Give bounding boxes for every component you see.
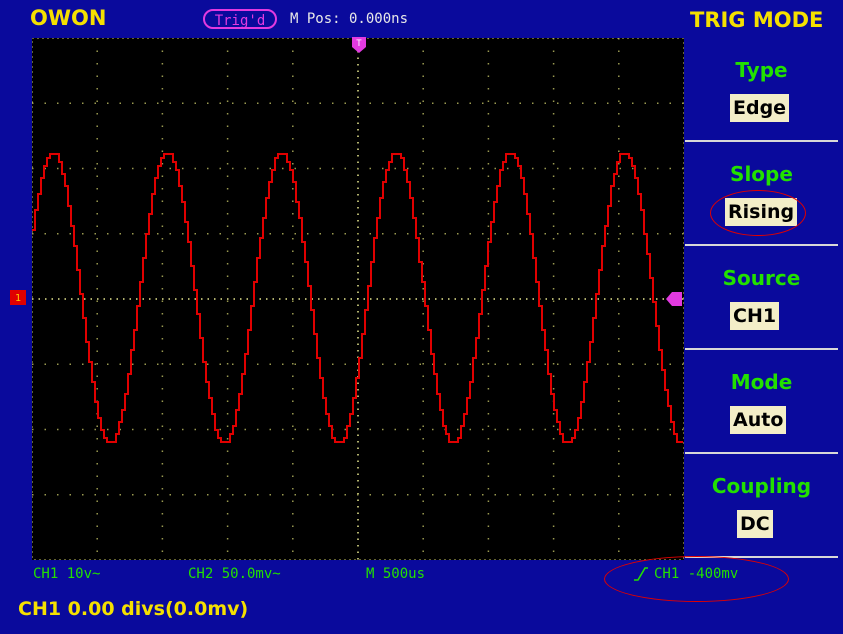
- brand-logo: OWON: [30, 6, 107, 30]
- menu-item-mode[interactable]: Mode Auto: [685, 350, 838, 454]
- status-message: CH1 0.00 divs(0.0mv): [18, 598, 249, 620]
- trigger-level-marker[interactable]: [665, 291, 683, 307]
- menu-item-type[interactable]: Type Edge: [685, 38, 838, 142]
- oscilloscope-screen: OWON Trig'd M Pos: 0.000ns TRIG MODE T 1…: [0, 0, 843, 634]
- menu-title: TRIG MODE: [690, 8, 824, 32]
- ch2-scale-readout: CH2 50.0mv~: [188, 566, 281, 582]
- ch1-ground-marker-label: 1: [15, 293, 21, 304]
- slope-highlight-ring: [710, 190, 806, 236]
- trigger-menu: Type Edge Slope Rising Source CH1 Mode A…: [685, 38, 843, 560]
- trigger-position-marker-label: T: [356, 39, 362, 49]
- menu-item-slope-label: Slope: [730, 162, 793, 186]
- menu-item-type-value: Edge: [730, 94, 790, 122]
- menu-item-coupling-label: Coupling: [711, 474, 812, 498]
- horizontal-position-readout: M Pos: 0.000ns: [290, 11, 409, 27]
- ch1-scale-readout: CH1 10v~: [33, 566, 101, 582]
- menu-item-mode-value: Auto: [730, 406, 787, 434]
- menu-item-source-value: CH1: [730, 302, 780, 330]
- trigger-readout-highlight-ring: [604, 556, 789, 602]
- ch1-ground-marker[interactable]: 1: [10, 290, 26, 305]
- menu-item-mode-label: Mode: [730, 370, 793, 394]
- menu-item-type-label: Type: [735, 58, 788, 82]
- menu-item-source[interactable]: Source CH1: [685, 246, 838, 350]
- waveform-graticule: [32, 38, 684, 560]
- graticule-grid: [32, 38, 684, 560]
- timebase-readout: M 500us: [366, 566, 426, 582]
- trigger-position-marker[interactable]: T: [351, 36, 367, 54]
- menu-item-source-label: Source: [722, 266, 801, 290]
- waveform-display: [32, 38, 684, 560]
- trigger-status-badge: Trig'd: [203, 9, 277, 29]
- menu-item-coupling[interactable]: Coupling DC: [685, 454, 838, 558]
- menu-item-coupling-value: DC: [737, 510, 773, 538]
